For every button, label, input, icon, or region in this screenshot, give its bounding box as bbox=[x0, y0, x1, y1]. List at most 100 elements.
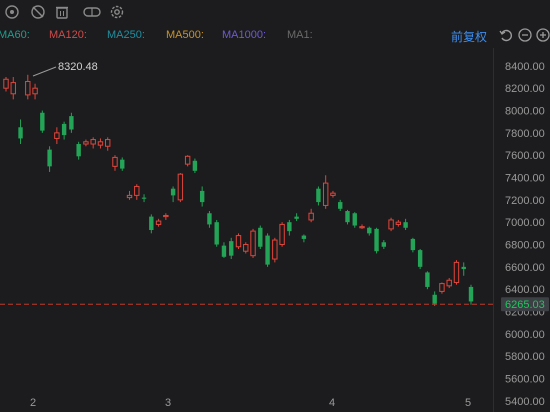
candle-body bbox=[359, 226, 365, 229]
candle-body bbox=[149, 216, 154, 230]
candle-body bbox=[381, 242, 387, 247]
candle-body bbox=[90, 139, 96, 145]
y-tick-label: 5400.00 bbox=[505, 396, 545, 408]
candle-body bbox=[301, 235, 307, 239]
ma1000-label[interactable]: MA1000: bbox=[222, 29, 266, 41]
candle-body bbox=[207, 213, 212, 225]
y-tick-label: 7400.00 bbox=[505, 173, 545, 185]
candle-body bbox=[69, 116, 74, 130]
adjust-mode-button[interactable]: 前复权 bbox=[451, 28, 487, 45]
candle-body bbox=[61, 123, 67, 136]
high-price-label: 8320.48 bbox=[58, 61, 98, 73]
candle-body bbox=[258, 227, 263, 247]
cross-eye-icon[interactable] bbox=[4, 4, 20, 20]
y-tick-label: 8200.00 bbox=[505, 83, 545, 95]
candle-body bbox=[134, 185, 140, 196]
y-tick-label: 6800.00 bbox=[505, 240, 545, 252]
x-axis: 2 3 4 5 bbox=[30, 397, 471, 409]
y-tick-label: 8400.00 bbox=[505, 61, 545, 73]
candle-body bbox=[40, 112, 45, 131]
candle-body bbox=[112, 156, 118, 167]
candle-body bbox=[177, 173, 184, 201]
candle-body bbox=[243, 244, 249, 252]
candle-body bbox=[25, 80, 31, 96]
candle-body bbox=[97, 141, 104, 146]
y-tick-label: 7000.00 bbox=[505, 217, 545, 229]
x-tick-label: 3 bbox=[165, 397, 171, 409]
candle-body bbox=[330, 192, 336, 196]
ma250-label[interactable]: MA250: bbox=[107, 29, 145, 41]
candle-body bbox=[221, 245, 227, 257]
candle-body bbox=[439, 283, 445, 292]
candle-body bbox=[3, 78, 9, 89]
candle-body bbox=[184, 155, 191, 165]
candle-body bbox=[126, 194, 133, 199]
candle-body bbox=[10, 82, 16, 95]
x-tick-label: 4 bbox=[329, 397, 335, 409]
candle-body bbox=[461, 266, 466, 270]
candle-body bbox=[417, 250, 423, 267]
candle-body bbox=[410, 238, 416, 251]
candle-body bbox=[322, 182, 329, 206]
candle-body bbox=[235, 235, 242, 248]
candle-body bbox=[453, 261, 460, 283]
candle-body bbox=[199, 190, 205, 203]
current-price-tag: 6265.03 bbox=[501, 297, 549, 312]
trash-icon[interactable] bbox=[54, 4, 70, 20]
gear-icon[interactable] bbox=[109, 4, 125, 20]
candle-body bbox=[338, 202, 343, 209]
candle-body bbox=[54, 132, 60, 139]
candle-body bbox=[155, 220, 162, 225]
candle-body bbox=[141, 197, 147, 199]
candle-body bbox=[395, 221, 402, 225]
y-tick-label: 5600.00 bbox=[505, 374, 545, 386]
y-tick-label: 7200.00 bbox=[505, 195, 545, 207]
y-tick-label: 6600.00 bbox=[505, 262, 545, 274]
candle-body bbox=[367, 227, 372, 234]
candlestick-chart[interactable]: 8400.00 8200.00 8000.00 7800.00 7600.00 7400.… bbox=[0, 48, 550, 412]
candle-body bbox=[47, 149, 52, 167]
candle-body bbox=[250, 230, 256, 257]
candle-body bbox=[446, 279, 452, 287]
candle-body bbox=[32, 87, 38, 95]
candle-body bbox=[105, 139, 111, 147]
candle-body bbox=[403, 222, 408, 228]
candle-body bbox=[308, 212, 314, 221]
y-tick-label: 7800.00 bbox=[505, 128, 545, 140]
candle-body bbox=[425, 272, 430, 287]
undo-icon[interactable] bbox=[499, 28, 513, 42]
candle-body bbox=[76, 144, 81, 157]
x-tick-label: 5 bbox=[465, 397, 471, 409]
candle-body bbox=[316, 188, 321, 203]
y-tick-label: 5800.00 bbox=[505, 351, 545, 363]
ma1-label[interactable]: MA1: bbox=[287, 29, 313, 41]
link-icon[interactable] bbox=[83, 4, 101, 20]
ma60-label[interactable]: MA60: bbox=[0, 29, 30, 41]
candle-body bbox=[272, 239, 278, 260]
candle-body bbox=[192, 160, 198, 171]
high-annotation: 8320.48 bbox=[32, 61, 98, 77]
ma500-label[interactable]: MA500: bbox=[166, 29, 204, 41]
candle-body bbox=[229, 241, 234, 256]
y-tick-label: 6400.00 bbox=[505, 284, 545, 296]
y-axis: 8400.00 8200.00 8000.00 7800.00 7600.00 7400.… bbox=[505, 61, 545, 408]
candle-body bbox=[214, 222, 219, 245]
candle-body bbox=[287, 222, 292, 232]
candle-body bbox=[388, 219, 394, 230]
candle-body bbox=[170, 188, 176, 196]
y-tick-label: 7600.00 bbox=[505, 150, 545, 162]
candle-body bbox=[468, 286, 474, 302]
toolbar bbox=[0, 0, 550, 24]
candle-body bbox=[265, 235, 270, 265]
zoom-out-icon[interactable] bbox=[518, 28, 532, 42]
ma120-label[interactable]: MA120: bbox=[49, 29, 87, 41]
y-tick-label: 6000.00 bbox=[505, 329, 545, 341]
candle-body bbox=[163, 214, 169, 218]
candle-body bbox=[83, 141, 89, 145]
x-tick-label: 2 bbox=[30, 397, 36, 409]
hide-icon[interactable] bbox=[30, 4, 46, 20]
candle-body bbox=[279, 223, 285, 246]
candle-body bbox=[432, 294, 437, 304]
zoom-in-icon[interactable] bbox=[536, 28, 550, 42]
y-tick-label: 8000.00 bbox=[505, 106, 545, 118]
